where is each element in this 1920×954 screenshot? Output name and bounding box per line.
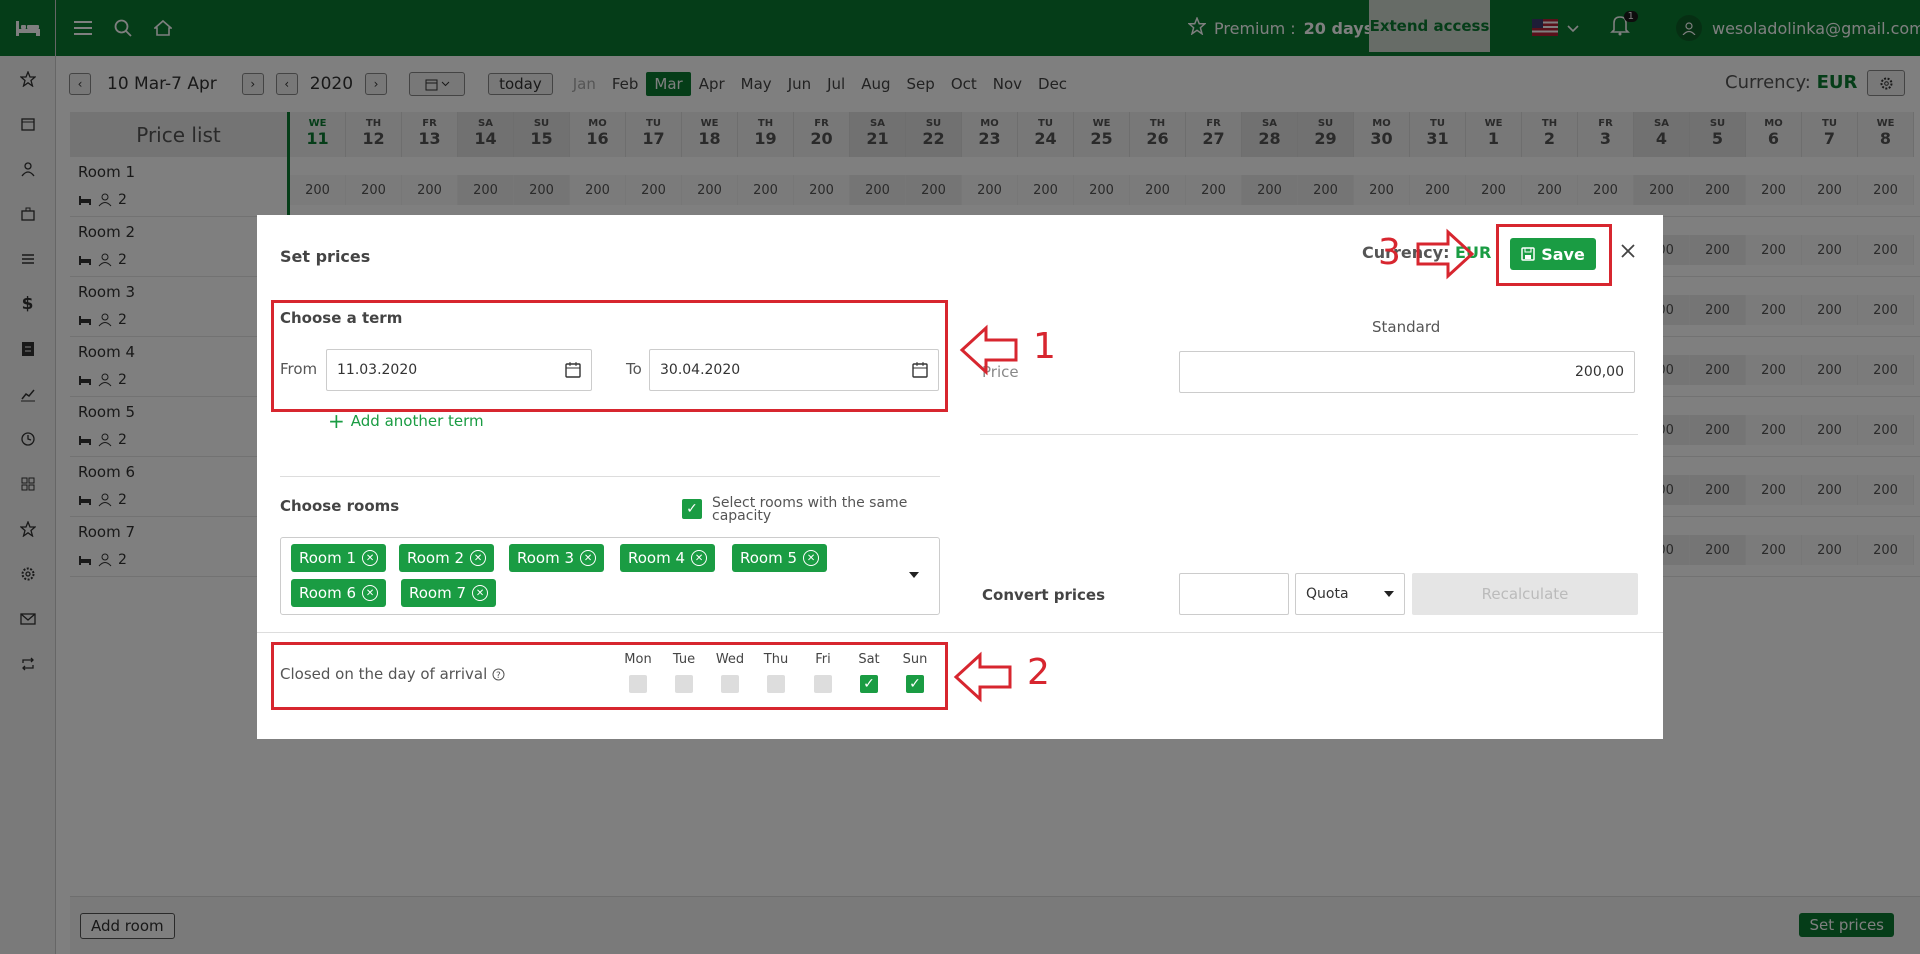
annotation-box-save: [1496, 224, 1612, 286]
annotation-box-term: [271, 300, 948, 412]
annotation-number-3: 3: [1378, 232, 1401, 273]
same-capacity-label: Select rooms with the same capacity: [712, 495, 908, 524]
standard-column-label: Standard: [1372, 318, 1441, 336]
remove-tag-icon[interactable]: ✕: [470, 550, 487, 566]
convert-amount-input[interactable]: [1179, 573, 1289, 615]
room-tag[interactable]: Room 6 ✕: [291, 579, 387, 607]
room-tag-label: Room 7: [409, 584, 467, 602]
room-tag-label: Room 5: [740, 549, 798, 567]
room-tag-label: Room 4: [628, 549, 686, 567]
same-capacity-checkbox[interactable]: ✓: [682, 499, 702, 519]
modal-title: Set prices: [280, 247, 371, 266]
divider: [257, 632, 1663, 633]
room-tag[interactable]: Room 3 ✕: [509, 544, 605, 572]
recalculate-button[interactable]: Recalculate: [1412, 573, 1638, 615]
rooms-section-title: Choose rooms: [280, 497, 400, 515]
annotation-number-2: 2: [1027, 652, 1050, 693]
quota-select[interactable]: Quota: [1295, 573, 1405, 615]
divider: [280, 476, 940, 477]
same-capacity-option[interactable]: ✓ Select rooms with the same capacity: [682, 495, 922, 524]
app: $ Premium : 20 days Extend access 1 weso…: [0, 0, 1920, 954]
room-tag-label: Room 3: [517, 549, 575, 567]
room-tag[interactable]: Room 1 ✕: [291, 544, 387, 572]
room-tag[interactable]: Room 7 ✕: [401, 579, 497, 607]
price-input-value: 200,00: [1575, 364, 1624, 380]
close-icon[interactable]: [1620, 240, 1636, 265]
remove-tag-icon[interactable]: ✕: [362, 585, 379, 601]
remove-tag-icon[interactable]: ✕: [691, 550, 708, 566]
quota-value: Quota: [1306, 586, 1349, 602]
annotation-arrow-right-icon: [1416, 228, 1475, 280]
annotation-box-closed-days: [271, 642, 948, 710]
add-another-term-link[interactable]: + Add another term: [328, 409, 484, 433]
room-tag-label: Room 6: [299, 584, 357, 602]
dropdown-caret-icon[interactable]: [909, 572, 919, 578]
dropdown-caret-icon: [1384, 591, 1394, 597]
annotation-arrow-left-icon: [959, 324, 1018, 376]
room-tag[interactable]: Room 5 ✕: [732, 544, 828, 572]
room-multiselect[interactable]: Room 1 ✕ Room 2 ✕ Room 3 ✕ Room 4 ✕ Room 5 ✕ …: [280, 537, 940, 615]
room-tag-label: Room 1: [299, 549, 357, 567]
remove-tag-icon[interactable]: ✕: [580, 550, 597, 566]
room-tag[interactable]: Room 4 ✕: [620, 544, 716, 572]
convert-prices-label: Convert prices: [982, 586, 1106, 604]
annotation-number-1: 1: [1033, 326, 1056, 367]
price-input[interactable]: 200,00: [1179, 351, 1635, 393]
room-tag[interactable]: Room 2 ✕: [399, 544, 495, 572]
room-tag-label: Room 2: [407, 549, 465, 567]
remove-tag-icon[interactable]: ✕: [362, 550, 379, 566]
divider: [980, 434, 1638, 435]
add-term-label: Add another term: [350, 412, 484, 430]
remove-tag-icon[interactable]: ✕: [803, 550, 820, 566]
annotation-arrow-left-icon: [953, 651, 1012, 703]
remove-tag-icon[interactable]: ✕: [472, 585, 489, 601]
plus-icon: +: [328, 409, 345, 433]
